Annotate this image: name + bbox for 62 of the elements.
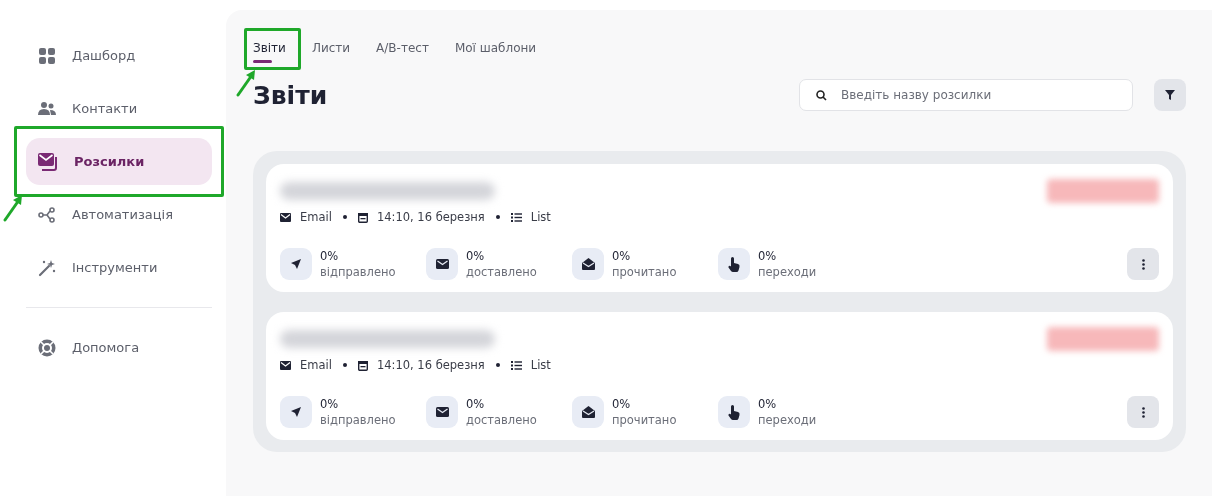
date-text: 14:10, 16 березня [376, 358, 485, 372]
mail-stack-icon [38, 152, 58, 171]
tab[interactable]: Мої шаблони [454, 39, 537, 65]
filter-icon [1165, 90, 1175, 100]
calendar-icon [357, 211, 368, 223]
stat-value: 0% [758, 248, 778, 264]
list-icon [510, 360, 522, 370]
page-title: Звіти [253, 80, 329, 110]
stat-value: 0% [466, 396, 486, 412]
nodes-icon [38, 206, 56, 223]
search-icon [816, 90, 827, 101]
lifebuoy-icon [38, 338, 56, 357]
grid-icon [38, 46, 56, 65]
stat-label: доставлено [466, 264, 537, 280]
stat-value: 0% [320, 396, 340, 412]
stat-value: 0% [612, 248, 632, 264]
search-field[interactable]: Введіть назву розсилки [799, 79, 1133, 111]
more-button[interactable] [1127, 248, 1159, 280]
send-icon [290, 406, 302, 418]
list-icon [510, 212, 522, 222]
stat-label: прочитано [612, 412, 677, 428]
more-icon [1141, 406, 1145, 418]
envelope-icon [435, 407, 449, 417]
date-text: 14:10, 16 березня [376, 210, 485, 224]
pointer-hand-icon [728, 256, 740, 272]
pointer-arrow [2, 194, 24, 222]
people-icon [38, 100, 56, 117]
sidebar-item[interactable]: Автоматизація [26, 191, 212, 238]
open-envelope-icon [581, 258, 595, 270]
list-name: List [530, 358, 551, 372]
stat-label: прочитано [612, 264, 677, 280]
magic-wand-icon [38, 258, 56, 277]
stat-label: відправлено [320, 412, 396, 428]
stat-label: відправлено [320, 264, 396, 280]
tab[interactable]: Листи [311, 39, 351, 65]
envelope-icon [280, 360, 291, 370]
sidebar-item[interactable]: Дашборд [26, 32, 212, 79]
stat-value: 0% [612, 396, 632, 412]
more-icon [1141, 258, 1145, 270]
stat-value: 0% [466, 248, 486, 264]
stat-label: переходи [758, 412, 817, 428]
filter-button[interactable] [1154, 79, 1186, 111]
stat-value: 0% [758, 396, 778, 412]
calendar-icon [357, 359, 368, 371]
open-envelope-icon [581, 406, 595, 418]
stat-label: доставлено [466, 412, 537, 428]
sidebar-item[interactable]: Інструменти [26, 244, 212, 291]
pointer-hand-icon [728, 404, 740, 420]
more-button[interactable] [1127, 396, 1159, 428]
tab[interactable]: А/В-тест [376, 39, 429, 65]
stat-label: переходи [758, 264, 817, 280]
envelope-icon [280, 212, 291, 222]
stat-value: 0% [320, 248, 340, 264]
sidebar-item[interactable]: Контакти [26, 85, 212, 132]
list-name: List [530, 210, 551, 224]
sidebar-item[interactable]: Розсилки [26, 138, 212, 185]
envelope-icon [435, 259, 449, 269]
channel-text: Email [300, 210, 332, 224]
sidebar-item[interactable]: Допомога [26, 324, 212, 371]
channel-text: Email [300, 358, 332, 372]
tab[interactable]: Звіти [253, 39, 286, 65]
send-icon [290, 258, 302, 270]
